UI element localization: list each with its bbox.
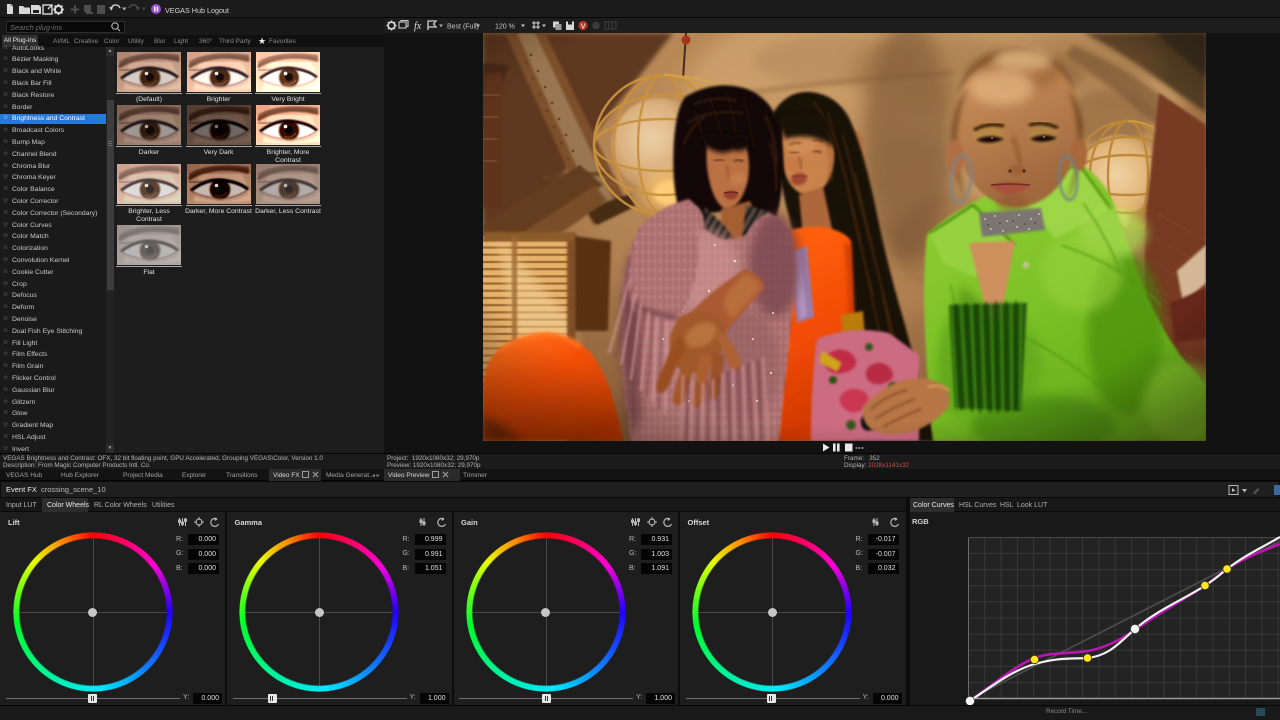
svg-text:fx: fx <box>414 21 422 32</box>
svg-text:120 %: 120 % <box>495 24 515 31</box>
svg-text:Best (Full): Best (Full) <box>447 24 479 31</box>
svg-text:V: V <box>581 21 586 30</box>
